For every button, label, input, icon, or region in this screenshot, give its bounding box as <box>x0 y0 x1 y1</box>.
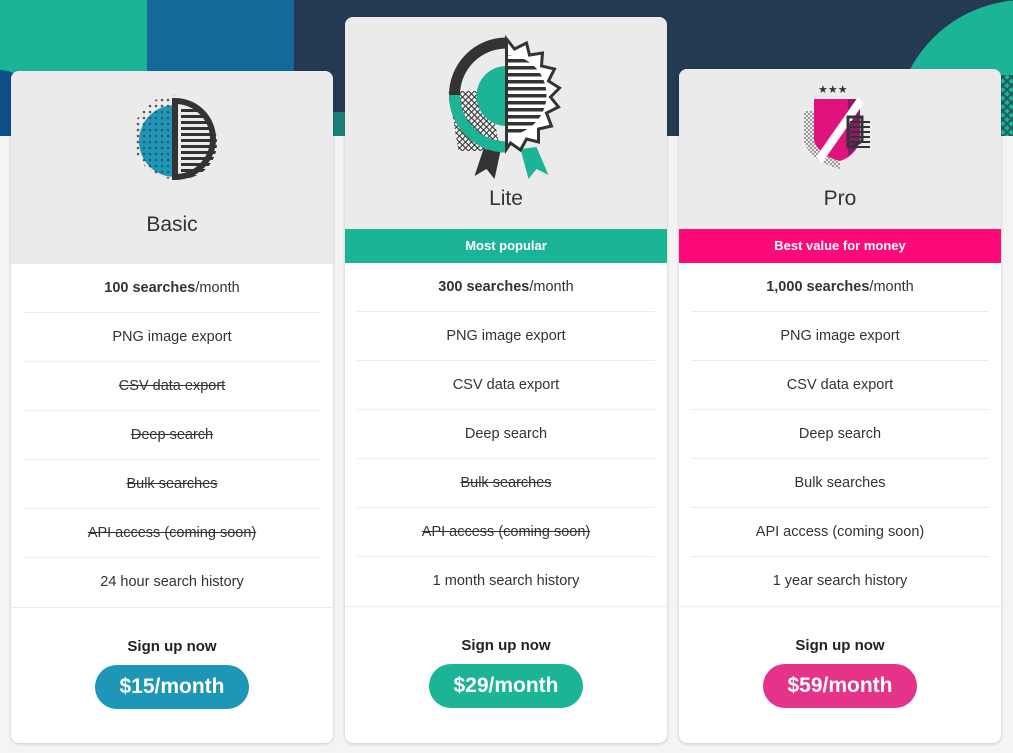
feature-item: CSV data export <box>357 361 655 410</box>
signup-label: Sign up now <box>461 637 551 654</box>
feature-item-unavailable: Bulk searches <box>23 460 321 509</box>
feature-item: PNG image export <box>691 312 989 361</box>
award-rosette-icon <box>448 34 562 179</box>
feature-item: CSV data export <box>691 361 989 410</box>
signup-label: Sign up now <box>795 637 885 654</box>
feature-quota-unit: /month <box>529 279 574 295</box>
feature-item: API access (coming soon) <box>691 508 989 557</box>
decor-hatch <box>1001 75 1013 136</box>
feature-list: 1,000 searches/month PNG image export CS… <box>679 263 1001 606</box>
plan-footer: Sign up now $15/month <box>11 607 333 709</box>
feature-quota-unit: /month <box>869 279 914 295</box>
feature-item-unavailable: API access (coming soon) <box>357 508 655 557</box>
feature-item: 1 year search history <box>772 573 908 589</box>
plan-name: Pro <box>823 187 857 210</box>
feature-item: 100 searches/month <box>23 264 321 313</box>
feature-list: 300 searches/month PNG image export CSV … <box>345 263 667 606</box>
plan-card-basic: Basic 100 searches/month PNG image expor… <box>11 71 333 743</box>
half-moon-dotted-icon <box>133 95 217 181</box>
feature-list: 100 searches/month PNG image export CSV … <box>11 264 333 607</box>
feature-item: 24 hour search history <box>100 574 244 590</box>
svg-text:★★★: ★★★ <box>818 83 848 96</box>
plan-header: ★★★ Pro <box>679 69 1001 229</box>
feature-item: 300 searches/month <box>357 263 655 312</box>
feature-quota: 100 searches <box>104 280 196 296</box>
feature-item: Deep search <box>357 410 655 459</box>
feature-item-unavailable: Bulk searches <box>357 459 655 508</box>
feature-item: PNG image export <box>23 313 321 362</box>
plan-footer: Sign up now $59/month <box>679 606 1001 708</box>
plan-footer: Sign up now $29/month <box>345 606 667 708</box>
feature-quota: 1,000 searches <box>766 279 870 295</box>
plan-card-lite: Lite Most popular 300 searches/month PNG… <box>345 17 667 743</box>
feature-item-unavailable: Deep search <box>23 411 321 460</box>
signup-lite-button[interactable]: $29/month <box>429 664 583 708</box>
signup-basic-button[interactable]: $15/month <box>95 665 249 709</box>
feature-item: Bulk searches <box>691 459 989 508</box>
feature-quota: 300 searches <box>438 279 530 295</box>
signup-pro-button[interactable]: $59/month <box>763 664 917 708</box>
plan-card-pro: ★★★ Pro Best value for money 1,000 searc… <box>679 69 1001 743</box>
feature-quota-unit: /month <box>195 280 240 296</box>
most-popular-badge: Most popular <box>345 229 667 263</box>
best-value-badge: Best value for money <box>679 229 1001 263</box>
signup-label: Sign up now <box>127 638 217 655</box>
plan-header: Basic <box>11 71 333 264</box>
feature-item-unavailable: CSV data export <box>23 362 321 411</box>
feature-item: PNG image export <box>357 312 655 361</box>
feature-item: 1 month search history <box>432 573 580 589</box>
shield-stars-icon: ★★★ <box>804 83 870 169</box>
plan-name: Basic <box>146 213 198 236</box>
feature-item: 1,000 searches/month <box>691 263 989 312</box>
plan-header: Lite <box>345 17 667 229</box>
feature-item-unavailable: API access (coming soon) <box>23 509 321 558</box>
feature-item: Deep search <box>691 410 989 459</box>
plan-name: Lite <box>489 187 523 210</box>
